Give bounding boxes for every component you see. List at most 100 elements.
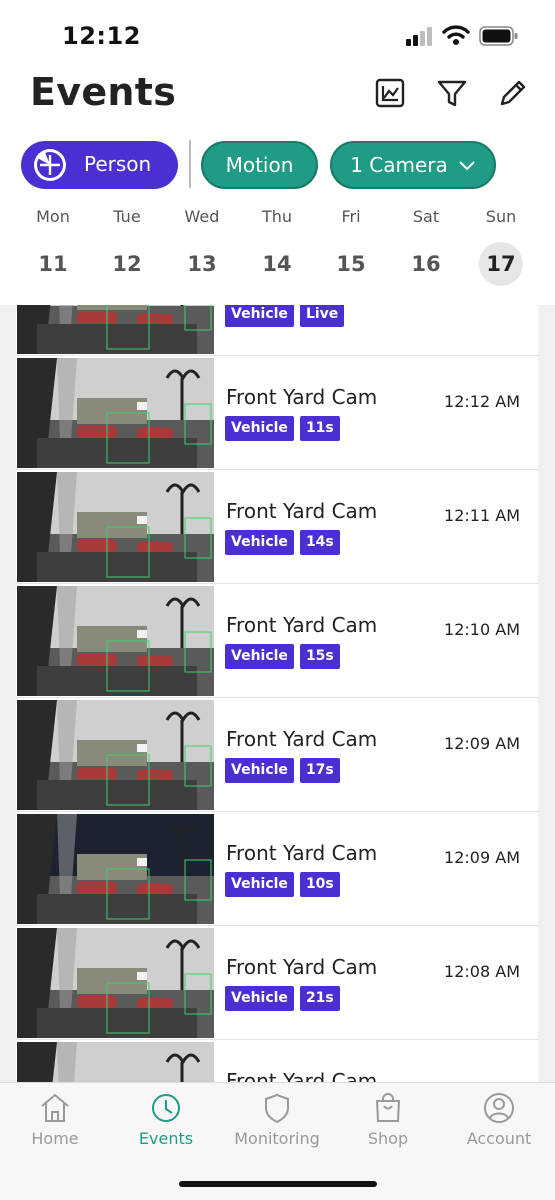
event-tags: Vehicle 21s: [225, 986, 340, 1011]
day-wed[interactable]: Wed 13: [172, 207, 232, 286]
event-row[interactable]: Front Yard Cam Vehicle 14s 12:11 AM: [16, 470, 538, 584]
day-sat[interactable]: Sat 16: [396, 207, 456, 286]
event-camera-name: Front Yard Cam: [226, 499, 378, 523]
event-thumbnail[interactable]: [17, 700, 214, 810]
day-fri[interactable]: Fri 15: [321, 207, 381, 286]
event-thumbnail[interactable]: [17, 928, 214, 1038]
tab-label: Home: [31, 1129, 79, 1148]
tab-label: Monitoring: [234, 1129, 320, 1148]
day-name: Sun: [485, 207, 517, 226]
chip-divider: [189, 140, 191, 188]
filter-icon[interactable]: [434, 76, 470, 112]
week-selector: Mon 11 Tue 12 Wed 13 Thu 14 Fri 15 Sat 16 Sun 17: [0, 207, 555, 299]
event-tag: Live: [299, 305, 345, 327]
event-tags: Vehicle 11s: [225, 416, 340, 441]
wifi-icon: [442, 25, 470, 45]
event-thumbnail[interactable]: [17, 472, 214, 582]
event-thumbnail[interactable]: [17, 358, 214, 468]
motion-filter-chip[interactable]: Motion: [201, 141, 318, 189]
event-row[interactable]: Vehicle Live: [16, 305, 538, 356]
chevron-down-icon: [459, 161, 475, 171]
event-tag: 15s: [299, 644, 340, 669]
day-number: 12: [112, 252, 142, 276]
person-filter-label: Person: [84, 152, 152, 176]
home-icon: [41, 1093, 69, 1122]
event-tags: Vehicle 14s: [225, 530, 340, 555]
bag-icon: [375, 1093, 401, 1122]
event-tag: Vehicle: [225, 872, 294, 897]
tab-account[interactable]: Account: [444, 1091, 554, 1148]
day-name: Mon: [36, 207, 70, 226]
event-list: Vehicle Live Front Yard Cam Vehicle 11s 12:12…: [16, 305, 538, 1082]
motion-filter-label: Motion: [225, 153, 294, 177]
event-camera-name: Front Yard Cam: [226, 727, 378, 751]
event-thumbnail[interactable]: [17, 586, 214, 696]
day-number: 15: [336, 252, 366, 276]
day-name: Tue: [113, 207, 141, 226]
event-time: 12:12 AM: [444, 392, 520, 411]
day-name: Sat: [412, 207, 440, 226]
event-row[interactable]: Front Yard Cam Vehicle 15s 12:10 AM: [16, 584, 538, 698]
camera-filter-label: 1 Camera: [350, 153, 448, 177]
event-tag: Vehicle: [225, 305, 294, 327]
battery-icon: [479, 26, 518, 46]
status-time: 12:12: [62, 22, 141, 50]
event-tag: 11s: [299, 416, 340, 441]
tab-label: Account: [466, 1129, 532, 1148]
event-tags: Vehicle 15s: [225, 644, 340, 669]
event-time: 12:08 AM: [444, 962, 520, 981]
day-name: Wed: [184, 207, 220, 226]
event-camera-name: Front Yard Cam: [226, 955, 378, 979]
tab-events[interactable]: Events: [111, 1091, 221, 1148]
event-time: 12:09 AM: [444, 734, 520, 753]
clock-icon: [152, 1094, 180, 1122]
chart-icon[interactable]: [373, 76, 409, 112]
event-thumbnail[interactable]: [17, 814, 214, 924]
tab-shop[interactable]: Shop: [333, 1091, 443, 1148]
home-indicator: [179, 1181, 377, 1187]
day-number: 13: [187, 252, 217, 276]
event-tag: 21s: [299, 986, 340, 1011]
camera-filter-dropdown[interactable]: 1 Camera: [330, 141, 496, 189]
event-tags: Vehicle 10s: [225, 872, 340, 897]
edit-icon[interactable]: [494, 76, 530, 112]
tab-monitoring[interactable]: Monitoring: [222, 1091, 332, 1148]
day-mon[interactable]: Mon 11: [23, 207, 83, 286]
tab-home[interactable]: Home: [0, 1091, 110, 1148]
event-row[interactable]: Front Yard Cam Vehicle 11s 12:12 AM: [16, 356, 538, 470]
event-row[interactable]: Front Yard Cam Vehicle 21s 12:08 AM: [16, 926, 538, 1040]
day-thu[interactable]: Thu 14: [247, 207, 307, 286]
day-sun[interactable]: Sun 17: [471, 207, 531, 286]
day-number: 17: [479, 242, 523, 286]
shield-icon: [265, 1093, 289, 1124]
cellular-signal-icon: [406, 27, 432, 46]
event-tag: Vehicle: [225, 644, 294, 669]
day-number: 16: [411, 252, 441, 276]
event-list-container[interactable]: Vehicle Live Front Yard Cam Vehicle 11s 12:12…: [0, 305, 555, 1082]
event-tag: Vehicle: [225, 530, 294, 555]
event-row[interactable]: Front Yard Cam Vehicle 10s 12:09 AM: [16, 812, 538, 926]
event-tags: Vehicle 17s: [225, 758, 340, 783]
account-icon: [484, 1093, 514, 1123]
event-row[interactable]: Front Yard Cam Vehicle 17s 12:09 AM: [16, 698, 538, 812]
day-number: 11: [38, 252, 68, 276]
status-bar: 12:12: [0, 0, 555, 70]
event-thumbnail[interactable]: [17, 1042, 214, 1082]
tab-label: Events: [138, 1129, 194, 1148]
event-time: 12:11 AM: [444, 506, 520, 525]
page-title: Events: [30, 70, 177, 114]
event-camera-name: Front Yard Cam: [226, 613, 378, 637]
event-tag: 10s: [299, 872, 340, 897]
day-tue[interactable]: Tue 12: [97, 207, 157, 286]
day-name: Thu: [261, 207, 293, 226]
event-tag: Vehicle: [225, 416, 294, 441]
event-camera-name: Front Yard Cam: [226, 1069, 378, 1082]
event-thumbnail[interactable]: [17, 305, 214, 354]
event-camera-name: Front Yard Cam: [226, 385, 378, 409]
day-number: 14: [262, 252, 292, 276]
person-filter-chip[interactable]: Person: [21, 141, 178, 189]
event-tag: Vehicle: [225, 986, 294, 1011]
event-time: 12:09 AM: [444, 848, 520, 867]
event-row[interactable]: Front Yard Cam: [16, 1040, 538, 1082]
event-tags: Vehicle Live: [225, 305, 345, 327]
